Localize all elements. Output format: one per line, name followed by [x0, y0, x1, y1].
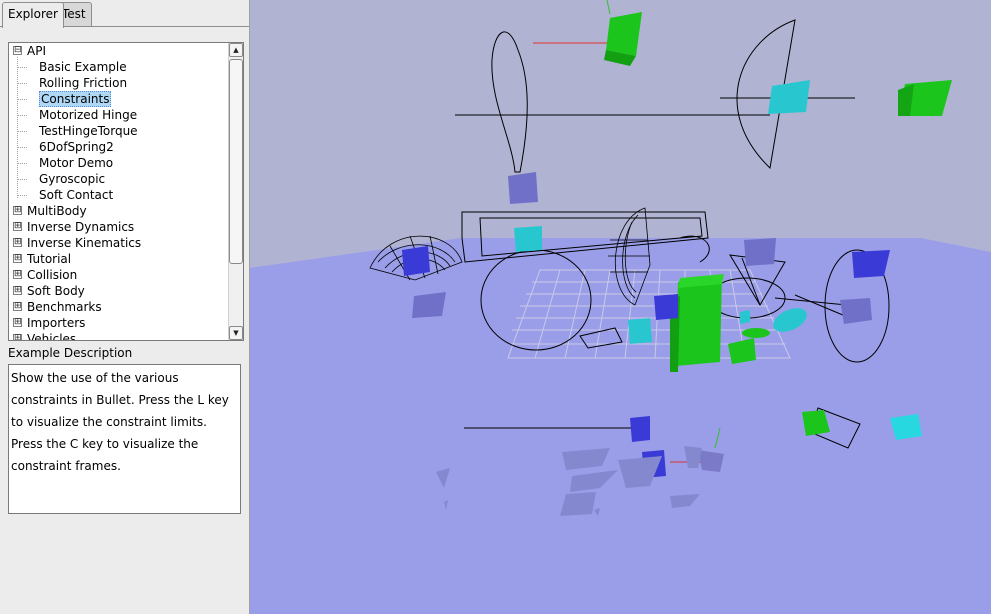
tree-item-label: MultiBody: [27, 204, 87, 218]
blue-box: [402, 246, 430, 276]
green-column: [670, 274, 724, 372]
green-disc: [742, 328, 770, 338]
cyan-box: [628, 318, 652, 344]
description-text: Show the use of the various constraints …: [8, 364, 241, 514]
example-tree[interactable]: ⊟ API Basic Example Rolling Friction Con…: [8, 42, 244, 341]
scrollbar-thumb[interactable]: [229, 59, 243, 264]
scroll-up-arrow-icon[interactable]: ▲: [229, 43, 243, 57]
tree-item-label: TestHingeTorque: [39, 124, 138, 138]
cyan-box: [740, 310, 750, 324]
3d-viewport[interactable]: [250, 0, 991, 614]
tree-item-label: Soft Body: [27, 284, 85, 298]
tree-item-rolling-friction[interactable]: Rolling Friction: [37, 75, 129, 91]
tree-guide: [18, 163, 27, 164]
tree-item-test-hinge-torque[interactable]: TestHingeTorque: [37, 123, 140, 139]
tree-item-soft-contact[interactable]: Soft Contact: [37, 187, 115, 203]
tree-guide: [18, 99, 27, 100]
explorer-panel: Explorer Test ⊟ API Basic Example Rollin…: [0, 0, 250, 614]
tree-item-label: Constraints: [39, 91, 112, 107]
blue-box: [852, 250, 890, 278]
tree-item-label: Inverse Dynamics: [27, 220, 135, 234]
expand-icon[interactable]: ⊞: [13, 238, 22, 247]
tree-item-label: Collision: [27, 268, 78, 282]
tree-item-label: Importers: [27, 316, 86, 330]
tree-guide: [18, 83, 27, 84]
tree-item-motorized-hinge[interactable]: Motorized Hinge: [37, 107, 139, 123]
tree-item-label: Motorized Hinge: [39, 108, 138, 122]
tree-item-label: Benchmarks: [27, 300, 102, 314]
tree-item-label: Soft Contact: [39, 188, 114, 202]
tree-item-label: Gyroscopic: [39, 172, 106, 186]
tree-guide: [18, 179, 27, 180]
collapse-icon[interactable]: ⊟: [13, 46, 22, 55]
expand-icon[interactable]: ⊞: [13, 318, 22, 327]
expand-icon[interactable]: ⊞: [13, 270, 22, 279]
tree-guide: [18, 147, 27, 148]
tree-item-6dof-spring2[interactable]: 6DofSpring2: [37, 139, 116, 155]
tree-item-label: Tutorial: [27, 252, 72, 266]
tree-guide: [18, 115, 27, 116]
tree-item-label: Motor Demo: [39, 156, 114, 170]
description-line: constraints in Bullet. Press the L key: [11, 393, 229, 407]
scroll-down-arrow-icon[interactable]: ▼: [229, 326, 243, 340]
tree-scrollbar[interactable]: ▲ ▼: [228, 43, 243, 340]
expand-icon[interactable]: ⊞: [13, 222, 22, 231]
tree-guide: [18, 67, 27, 68]
tree-item-label: Basic Example: [39, 60, 127, 74]
blue-box: [412, 292, 446, 318]
blue-box: [508, 172, 538, 204]
cyan-box: [514, 226, 542, 252]
tree-item-label: API: [27, 44, 46, 58]
description-line: Press the C key to visualize the: [11, 437, 199, 451]
blue-box: [630, 416, 650, 442]
expand-icon[interactable]: ⊞: [13, 286, 22, 295]
tree-guide: [18, 195, 27, 196]
tree-item-label: Vehicles: [27, 332, 77, 341]
blue-box: [744, 238, 776, 266]
tree-item-motor-demo[interactable]: Motor Demo: [37, 155, 115, 171]
expand-icon[interactable]: ⊞: [13, 206, 22, 215]
tree-item-constraints[interactable]: Constraints: [39, 91, 112, 107]
blue-box: [840, 298, 872, 324]
tab-explorer[interactable]: Explorer: [2, 2, 64, 28]
description-label: Example Description: [8, 346, 133, 360]
tree-item-basic-example[interactable]: Basic Example: [37, 59, 129, 75]
description-line: constraint frames.: [11, 459, 121, 473]
description-line: Show the use of the various: [11, 371, 179, 385]
tree-item-gyroscopic[interactable]: Gyroscopic: [37, 171, 107, 187]
tree-guide: [17, 57, 18, 198]
description-line: to visualize the constraint limits.: [11, 415, 207, 429]
expand-icon[interactable]: ⊞: [13, 302, 22, 311]
tree-item-label: Inverse Kinematics: [27, 236, 142, 250]
expand-icon[interactable]: ⊞: [13, 254, 22, 263]
expand-icon[interactable]: ⊞: [13, 334, 22, 340]
blue-box: [654, 294, 678, 320]
tree-guide: [18, 131, 27, 132]
tree-item-label: 6DofSpring2: [39, 140, 114, 154]
tree-item-label: Rolling Friction: [39, 76, 128, 90]
